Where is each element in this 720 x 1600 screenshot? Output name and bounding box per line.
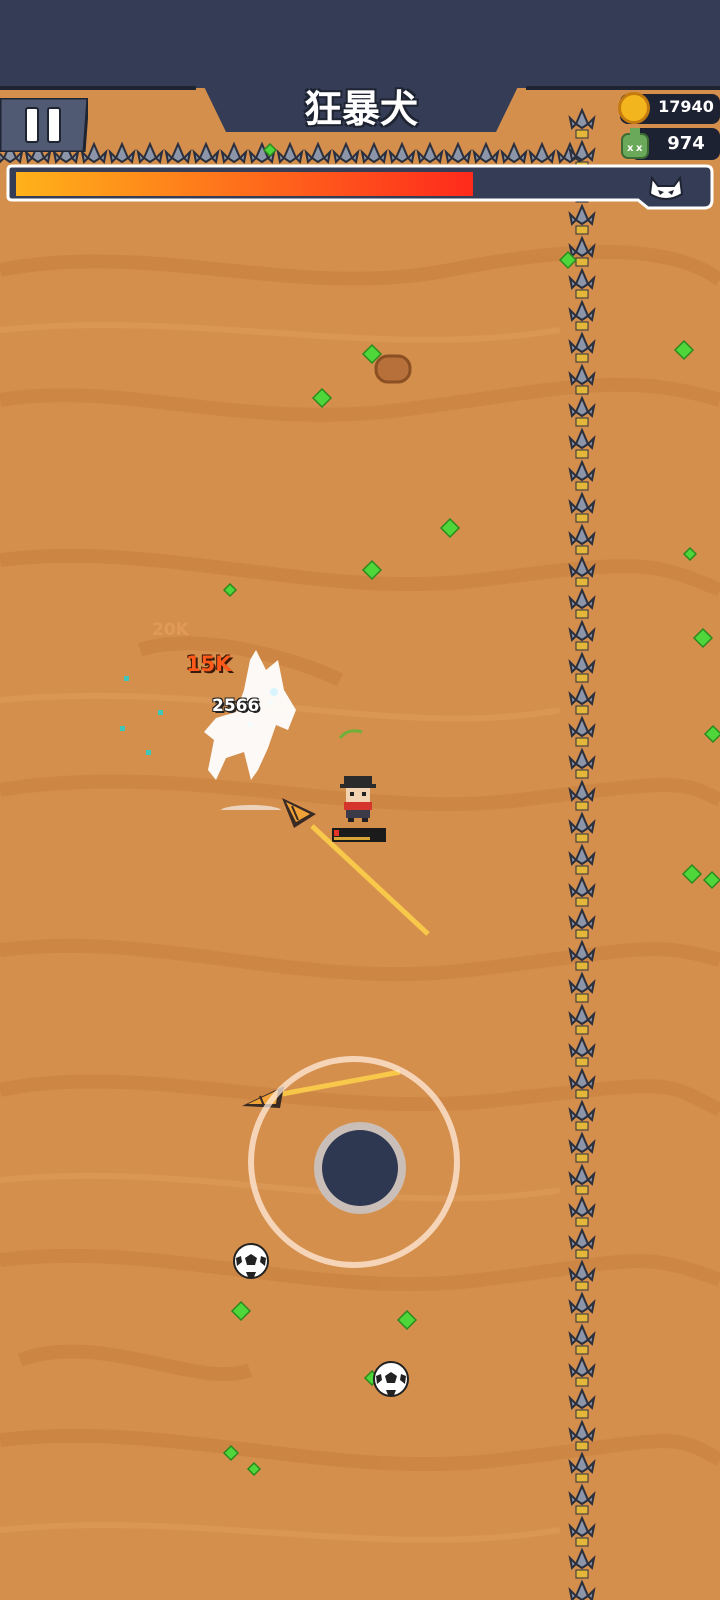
damage-number-small: 2566 [212,696,260,716]
boss-hp-bar [6,164,714,210]
boss-hp-fill [16,172,473,196]
drill-icon [282,798,316,828]
projectiles [281,729,430,1097]
coin-icon [618,92,650,124]
joystick-knob[interactable] [314,1122,406,1214]
svg-text:x: x [636,143,643,154]
kill-count: 974 [667,133,705,154]
soccer-ball-icon [373,1361,409,1397]
coin-count: 17940 [658,97,714,116]
svg-text:x: x [627,143,634,154]
pause-button[interactable] [0,98,88,152]
game-scene: 20K 15K 2566 [0,0,720,1600]
damage-number-big: 15K [186,652,232,676]
soccer-ball-icon [233,1243,269,1279]
damage-number-faded: 20K [152,620,189,640]
boss-name: 狂暴犬 [303,87,418,131]
kill-skull-icon: x x [621,128,649,159]
